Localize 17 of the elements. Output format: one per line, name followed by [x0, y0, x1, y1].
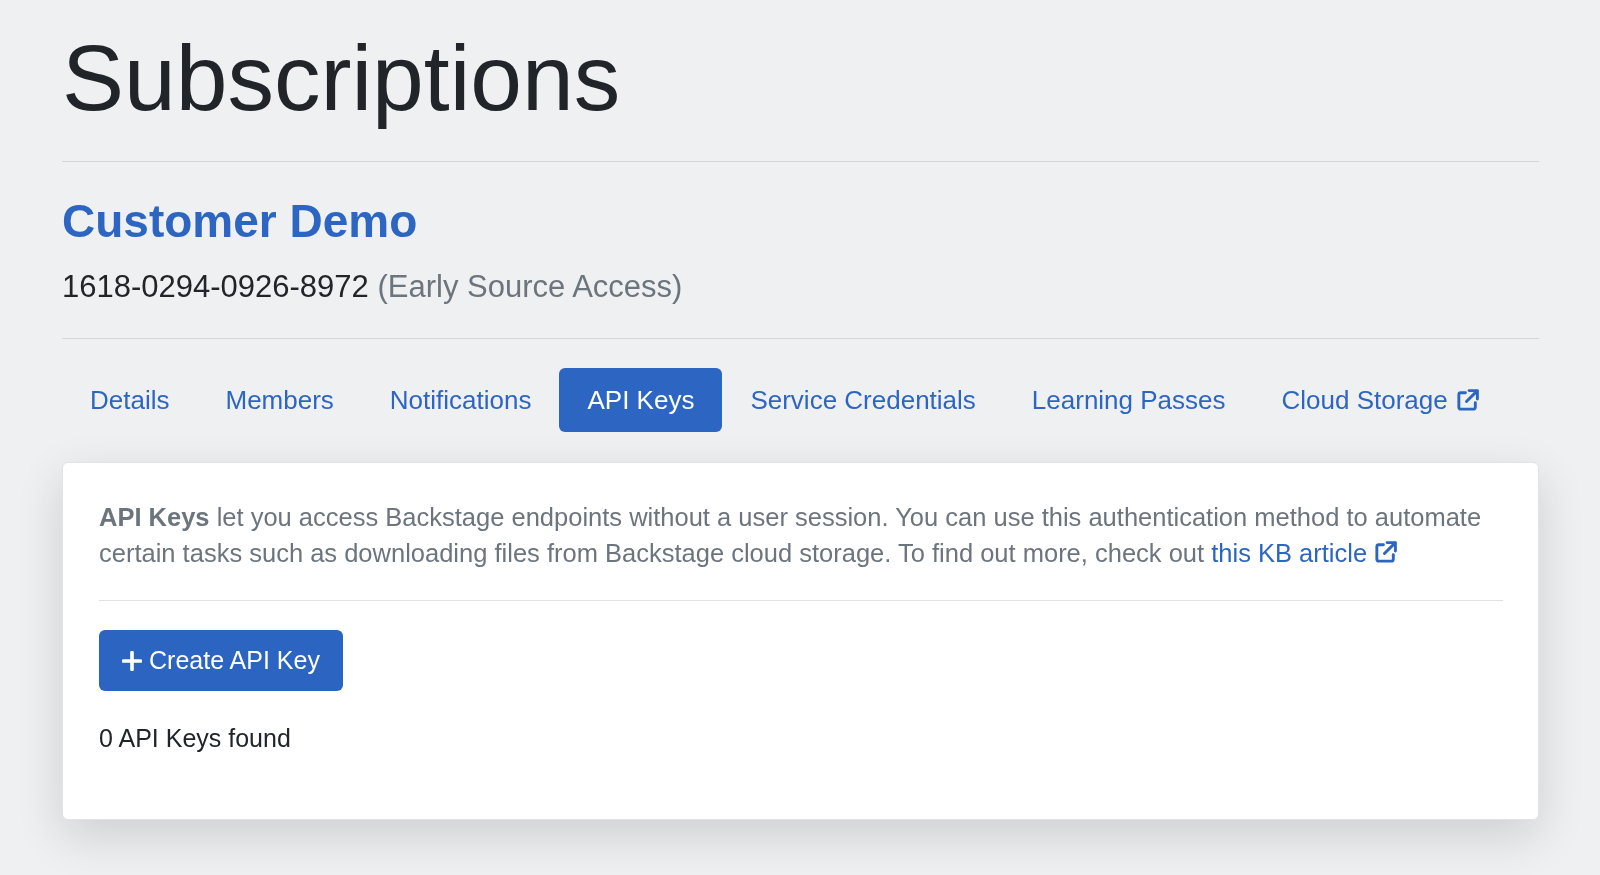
- tab[interactable]: API Keys: [559, 368, 723, 432]
- subscription-name: Customer Demo: [62, 194, 419, 249]
- external-link-icon: [1373, 540, 1399, 565]
- tab[interactable]: Notifications: [361, 368, 560, 432]
- result-count: 0 API Keys found: [99, 723, 292, 754]
- plan-label: (Early Source Access): [377, 269, 683, 304]
- tab[interactable]: Details: [62, 368, 198, 432]
- page-title: Subscriptions: [62, 25, 622, 132]
- description-text: API Keys let you access Backstage endpoints without a user session. You can use this authentication method to automate certain tasks such as downloading files from Backstage cloud storage. To find out more, check out this KB article: [99, 502, 1483, 569]
- plus-icon: [122, 650, 142, 671]
- create-api-key-button[interactable]: Create API Key: [99, 630, 343, 691]
- kb-article-link[interactable]: this KB article: [1211, 539, 1399, 567]
- tab[interactable]: Learning Passes: [1003, 368, 1254, 432]
- tab[interactable]: Service Credentials: [722, 368, 1004, 432]
- subscription-number: 1618-0294-0926-8972: [62, 269, 369, 304]
- tab[interactable]: Members: [197, 368, 362, 432]
- tab[interactable]: Cloud Storage: [1253, 368, 1508, 432]
